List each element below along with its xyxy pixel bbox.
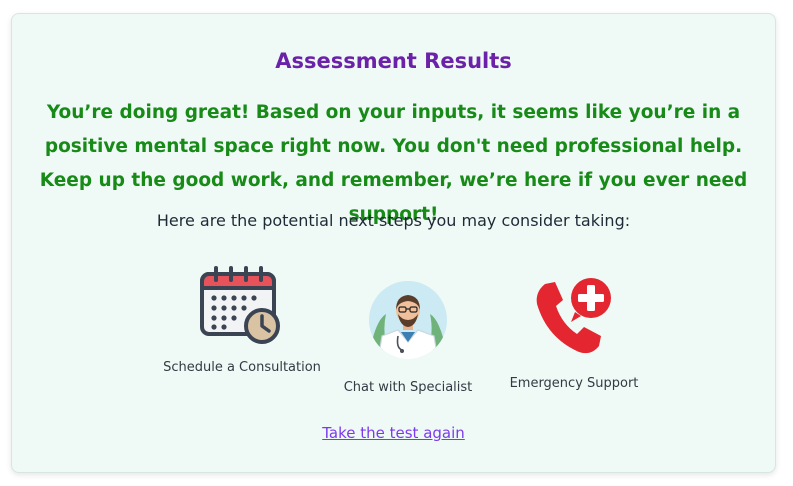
calendar-clock-icon (200, 266, 280, 344)
retake-container: Take the test again (12, 423, 775, 442)
emergency-support-label: Emergency Support (509, 376, 639, 391)
results-title: Assessment Results (275, 49, 512, 73)
doctor-avatar-icon (369, 281, 447, 359)
chat-with-specialist-option[interactable]: Chat with Specialist (338, 280, 478, 395)
next-steps-heading: Here are the potential next steps you ma… (156, 211, 631, 230)
emergency-support-option[interactable]: Emergency Support (494, 274, 654, 391)
emergency-phone-icon (536, 278, 611, 354)
schedule-consultation-option[interactable]: Schedule a Consultation (162, 266, 322, 375)
schedule-consultation-label: Schedule a Consultation (163, 360, 321, 375)
take-test-again-link[interactable]: Take the test again (322, 424, 465, 442)
chat-with-specialist-label: Chat with Specialist (343, 380, 473, 395)
assessment-results-card: Assessment Results You’re doing great! B… (11, 13, 776, 473)
